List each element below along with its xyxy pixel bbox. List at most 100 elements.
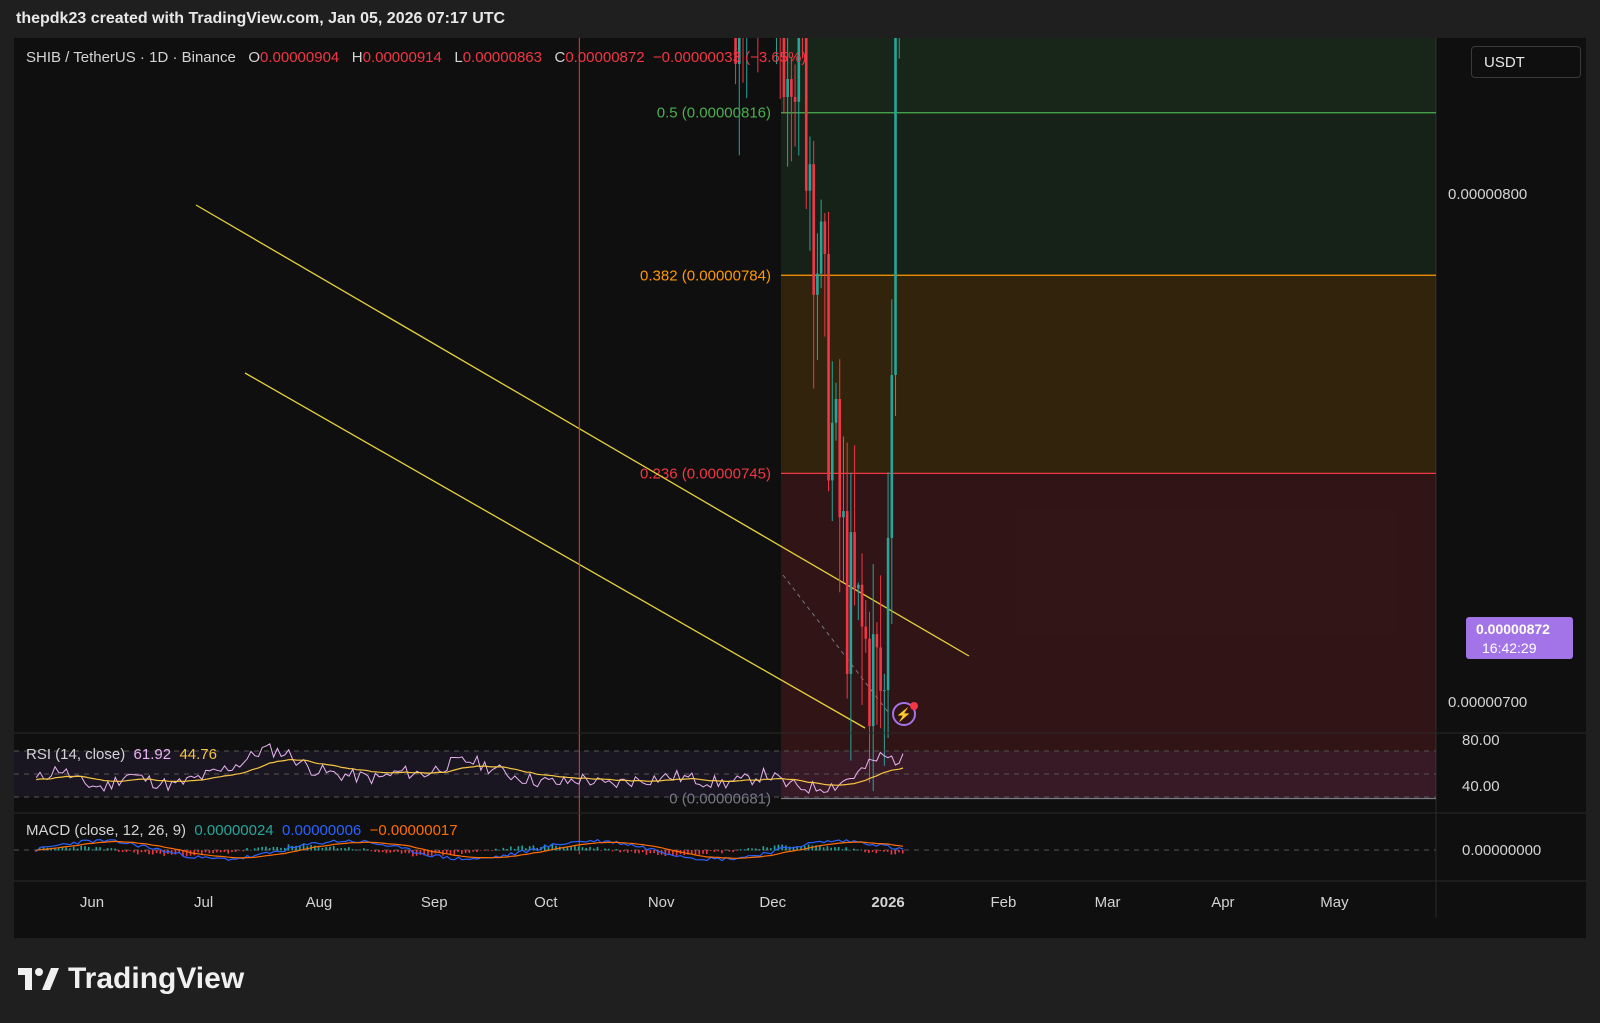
macd-hist-bar <box>592 848 595 851</box>
candle-body <box>812 164 815 295</box>
macd-hist-bar <box>204 850 207 853</box>
macd-hist-bar <box>491 850 493 851</box>
macd-hist-bar <box>257 847 260 851</box>
macd-hist-bar <box>121 850 124 852</box>
macd-hist-bar <box>472 850 474 852</box>
channel-lower-line <box>244 372 866 729</box>
macd-hist-bar <box>739 849 742 851</box>
candle-body <box>879 647 882 691</box>
time-axis-label: Mar <box>1095 894 1121 911</box>
macd-hist-bar <box>736 850 738 851</box>
brand-name: TradingView <box>68 962 245 995</box>
macd-hist-bar <box>268 848 271 851</box>
price-chart[interactable]: 4.236 (0.00001828)3.618 (0.00001660)2.61… <box>14 38 1586 938</box>
macd-hist-bar <box>91 849 94 851</box>
macd-hist-bar <box>276 846 278 851</box>
open-label: O <box>248 49 260 66</box>
candle-body <box>883 690 886 692</box>
candle-body <box>819 221 823 274</box>
macd-hist-bar <box>596 846 599 851</box>
macd-hist-bar <box>201 850 203 854</box>
macd-hist-bar <box>155 850 158 854</box>
macd-hist-bar <box>630 850 633 852</box>
time-axis-label: Apr <box>1211 894 1234 911</box>
macd-hist-bar <box>819 845 821 851</box>
macd-hist-bar <box>408 850 410 854</box>
macd-hist-bar <box>80 845 83 851</box>
macd-legend[interactable]: MACD (close, 12, 26, 9) 0.00000024 0.000… <box>26 822 458 839</box>
macd-hist-bar <box>385 850 388 854</box>
macd-signal-value: −0.00000017 <box>369 822 458 839</box>
rsi-legend[interactable]: RSI (14, close) 61.92 44.76 <box>26 746 217 763</box>
candle-body <box>808 164 812 191</box>
macd-hist-bar <box>250 849 252 851</box>
macd-hist-bar <box>329 846 331 851</box>
macd-hist-bar <box>717 850 719 852</box>
time-axis-label: 2026 <box>871 894 904 911</box>
symbol-name[interactable]: SHIB / TetherUS · 1D · Binance <box>26 49 236 66</box>
macd-hist-bar <box>600 850 603 851</box>
macd-hist-bar <box>513 848 516 851</box>
candle-body <box>849 532 853 674</box>
last-price-tag: 0.00000872 16:42:29 <box>1466 617 1573 659</box>
candle-body <box>790 78 793 97</box>
macd-hist-bar <box>476 850 478 853</box>
macd-hist-bar <box>321 847 324 851</box>
macd-label: MACD (close, 12, 26, 9) <box>26 822 187 839</box>
macd-hist-bar <box>883 850 885 852</box>
macd-hist-bar <box>212 850 214 854</box>
close-value: 0.00000872 <box>565 49 645 66</box>
tradingview-logo[interactable]: TradingView <box>16 962 244 996</box>
macd-hist-bar <box>732 850 734 853</box>
macd-hist-bar <box>332 845 335 851</box>
macd-hist-bar <box>754 848 757 851</box>
macd-hist-bar <box>837 846 840 851</box>
macd-hist-bar <box>875 850 878 854</box>
tradingview-logo-icon <box>18 968 59 990</box>
candle-body <box>853 532 856 589</box>
macd-hist-bar <box>506 849 508 851</box>
macd-hist-bar <box>626 850 629 853</box>
macd-hist-bar <box>604 848 606 851</box>
macd-hist-bar <box>231 850 233 853</box>
candle-body <box>875 634 879 648</box>
chart-frame[interactable]: 4.236 (0.00001828)3.618 (0.00001660)2.61… <box>14 38 1586 938</box>
candle-body <box>830 422 834 481</box>
macd-hist-bar <box>852 848 855 851</box>
macd-hist-bar <box>826 846 829 851</box>
macd-hist-bar <box>114 848 116 851</box>
macd-hist-bar <box>378 850 380 853</box>
high-value: 0.00000914 <box>362 49 442 66</box>
macd-hist-bar <box>103 849 105 851</box>
macd-hist-bar <box>608 848 610 851</box>
macd-hist-bar <box>219 850 222 853</box>
alert-dot-icon <box>910 702 918 710</box>
macd-hist-bar <box>110 848 113 851</box>
macd-hist-bar <box>638 850 640 854</box>
macd-hist-bar <box>336 848 339 851</box>
macd-hist-bar <box>728 850 731 852</box>
candle-body <box>786 78 789 98</box>
macd-hist-bar <box>721 850 723 854</box>
macd-hist-bar <box>453 850 456 855</box>
time-axis-label: Nov <box>648 894 675 911</box>
macd-hist-bar <box>359 849 361 851</box>
macd-hist-bar <box>389 850 392 853</box>
rsi-axis-label: 40.00 <box>1462 778 1500 795</box>
macd-hist-bar <box>645 850 648 855</box>
fib-band <box>781 38 1436 113</box>
close-label: C <box>554 49 566 66</box>
macd-hist-bar <box>713 850 716 852</box>
macd-hist-bar <box>340 848 343 851</box>
candle-body <box>834 398 838 423</box>
macd-hist-bar <box>864 850 866 853</box>
macd-hist-bar <box>69 848 71 851</box>
macd-hist-bar <box>366 849 369 851</box>
fib-level-label: 0.236 (0.00000745) <box>640 465 771 482</box>
macd-hist-bar <box>461 850 463 855</box>
macd-hist-bar <box>76 848 79 851</box>
currency-selector[interactable]: USDT <box>1471 46 1581 78</box>
candle-body <box>871 634 875 727</box>
price-axis-label: 0.00000800 <box>1448 186 1527 203</box>
candle-body <box>890 375 894 538</box>
